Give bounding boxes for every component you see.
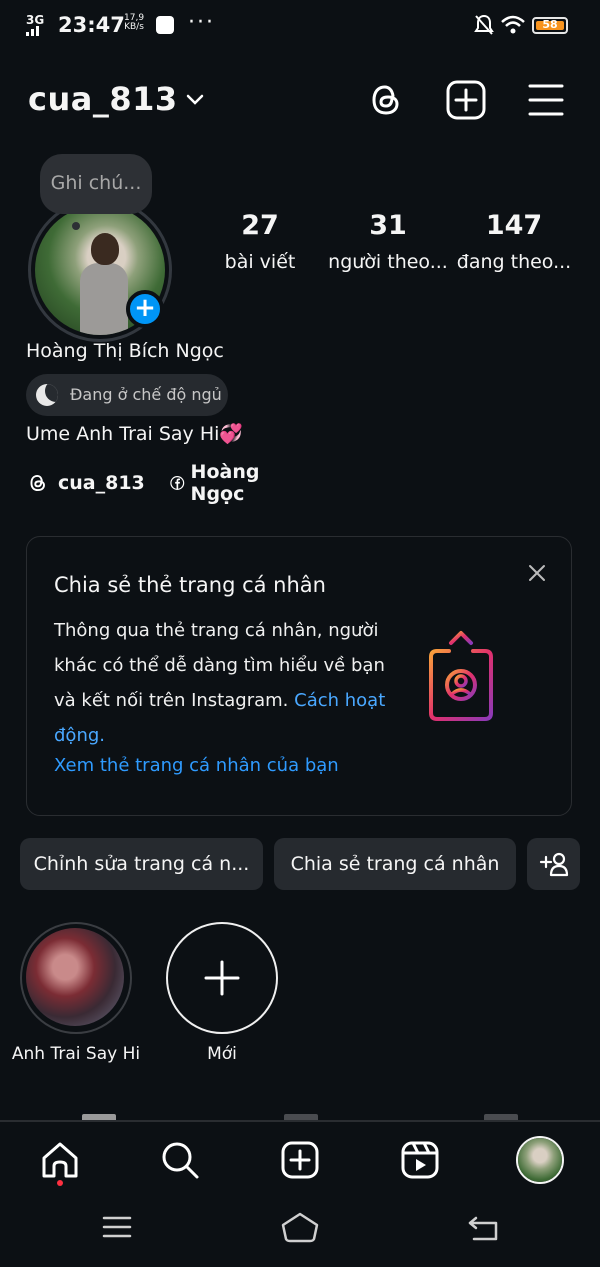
- back-icon[interactable]: [466, 1210, 500, 1244]
- note-bubble[interactable]: Ghi chú...: [40, 154, 152, 214]
- highlight-label: Mới: [207, 1044, 237, 1064]
- avatar-figure-head: [91, 233, 119, 265]
- battery-indicator: 58: [532, 17, 568, 34]
- stat-value: 31: [369, 210, 407, 241]
- threads-icon: [30, 474, 45, 492]
- discover-people-button[interactable]: [527, 838, 580, 890]
- chevron-down-icon[interactable]: [184, 88, 206, 110]
- avatar-figure-body: [80, 263, 128, 335]
- highlight-cover: [26, 928, 124, 1026]
- share-profile-button[interactable]: Chia sẻ trang cá nhân: [274, 838, 516, 890]
- status-bar: 3G 23:47 17,9 KB/s ··· 58: [0, 0, 600, 52]
- facebook-link[interactable]: Hoàng Ngọc: [170, 461, 269, 505]
- stat-followers[interactable]: 31 người theo...: [323, 210, 453, 273]
- stat-value: 147: [485, 210, 543, 241]
- recent-apps-icon[interactable]: [100, 1210, 134, 1244]
- stat-following[interactable]: 147 đang theo...: [449, 210, 579, 273]
- close-icon[interactable]: [525, 561, 549, 585]
- create-post-icon[interactable]: [444, 78, 488, 122]
- status-pill[interactable]: Đang ở chế độ ngủ: [26, 374, 228, 416]
- clock: 23:47: [58, 13, 125, 37]
- status-text: Đang ở chế độ ngủ: [70, 385, 222, 404]
- more-notifications: ···: [188, 10, 215, 35]
- stat-label: người theo...: [328, 251, 448, 273]
- stat-value: 27: [241, 210, 279, 241]
- reels-icon[interactable]: [398, 1138, 442, 1182]
- facebook-icon: [170, 476, 185, 490]
- network-indicator: 3G: [26, 14, 44, 36]
- threads-link[interactable]: cua_813: [26, 466, 145, 500]
- profile-tab-avatar-photo: [518, 1138, 562, 1182]
- silent-bell-icon: [474, 14, 494, 35]
- profile-display-name: Hoàng Thị Bích Ngọc: [26, 340, 224, 362]
- card-title: Chia sẻ thẻ trang cá nhân: [54, 573, 326, 597]
- threads-link-label: cua_813: [58, 472, 145, 494]
- view-profile-card-link[interactable]: Xem thẻ trang cá nhân của bạn: [54, 755, 339, 776]
- notification-app-icon: [156, 16, 174, 34]
- battery-level: 58: [542, 18, 558, 31]
- wifi-icon: [501, 15, 525, 34]
- search-icon[interactable]: [158, 1138, 202, 1182]
- edit-profile-button[interactable]: Chỉnh sửa trang cá n...: [20, 838, 263, 890]
- moon-icon: [36, 384, 58, 406]
- profile-username[interactable]: cua_813: [28, 80, 178, 118]
- menu-icon[interactable]: [524, 78, 568, 122]
- bottom-nav-divider: [0, 1120, 600, 1122]
- profile-bio: Ume Anh Trai Say Hi💞: [26, 423, 244, 445]
- profile-tab-avatar[interactable]: [516, 1136, 564, 1184]
- highlight-label: Anh Trai Say Hi: [11, 1044, 141, 1064]
- profile-card-share-icon: [429, 631, 493, 721]
- new-highlight-button[interactable]: [166, 922, 278, 1034]
- signal-icon: [26, 26, 39, 36]
- note-placeholder: Ghi chú...: [50, 172, 142, 194]
- add-story-button[interactable]: +: [126, 290, 164, 328]
- highlight-anh-trai-say-hi[interactable]: [20, 922, 132, 1034]
- stat-label: bài viết: [224, 251, 296, 273]
- net-speed: 17,9 KB/s: [124, 14, 144, 32]
- facebook-link-label: Hoàng Ngọc: [190, 461, 260, 505]
- share-profile-card: Chia sẻ thẻ trang cá nhân Thông qua thẻ …: [26, 536, 572, 816]
- net-speed-unit: KB/s: [124, 22, 144, 32]
- add-person-icon: [539, 852, 568, 877]
- card-description: Thông qua thẻ trang cá nhân, người khác …: [54, 613, 400, 753]
- system-home-icon[interactable]: [280, 1210, 320, 1244]
- plus-icon: [204, 960, 240, 996]
- stat-label: đang theo...: [456, 251, 572, 273]
- home-icon[interactable]: [38, 1138, 82, 1182]
- note-bubble-tail: [72, 222, 80, 230]
- create-icon[interactable]: [278, 1138, 322, 1182]
- threads-icon[interactable]: [364, 78, 408, 122]
- network-type: 3G: [26, 13, 45, 27]
- home-notification-dot: [57, 1180, 63, 1186]
- stat-posts[interactable]: 27 bài viết: [195, 210, 325, 273]
